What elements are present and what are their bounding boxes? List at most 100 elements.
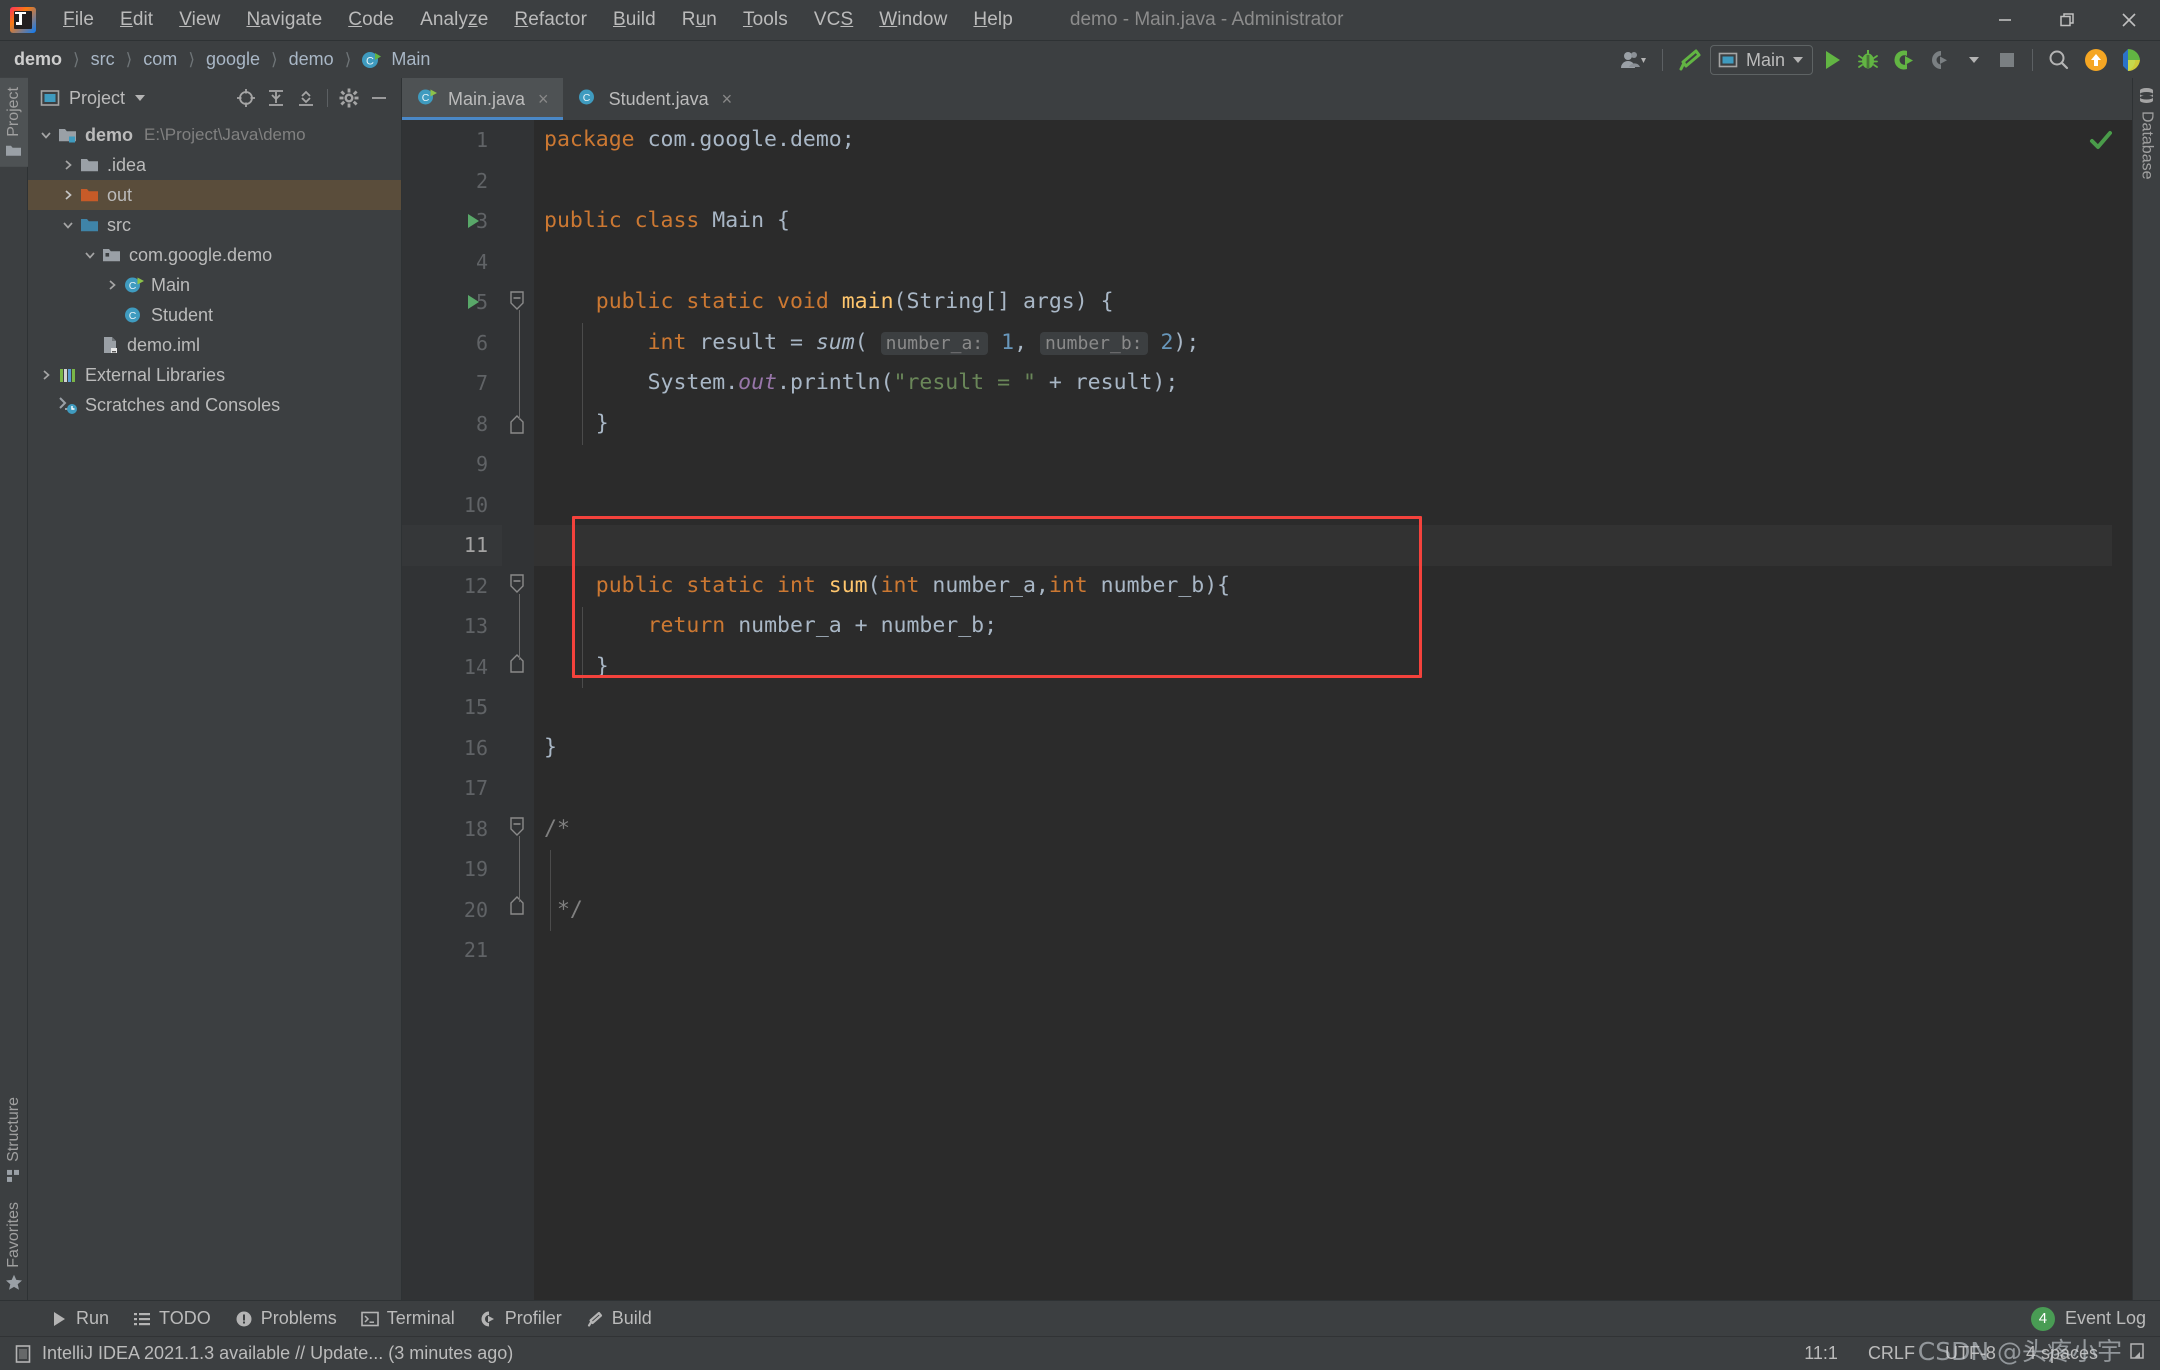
menu-item-build[interactable]: Build bbox=[600, 5, 669, 35]
build-hammer-icon[interactable] bbox=[1672, 44, 1708, 76]
close-icon[interactable]: × bbox=[538, 90, 549, 108]
menu-item-tools[interactable]: Tools bbox=[730, 5, 801, 35]
code-line-15 bbox=[534, 687, 2132, 728]
tab-main-java[interactable]: C Main.java × bbox=[402, 78, 563, 120]
minimize-button[interactable] bbox=[1974, 0, 2036, 40]
breadcrumb-item-google[interactable]: google bbox=[204, 47, 262, 72]
tree-row-demo-iml[interactable]: demo.iml bbox=[28, 330, 401, 360]
sidebar-item-structure[interactable]: Structure bbox=[0, 1088, 28, 1193]
java-class-runnable-icon: C bbox=[416, 87, 439, 112]
bottom-item-run[interactable]: Run bbox=[38, 1304, 121, 1333]
expand-all-icon[interactable] bbox=[262, 84, 290, 112]
tree-row-main[interactable]: C Main bbox=[28, 270, 401, 300]
chevron-down-icon[interactable] bbox=[58, 218, 78, 232]
tree-row-package[interactable]: com.google.demo bbox=[28, 240, 401, 270]
sidebar-item-favorites[interactable]: Favorites bbox=[0, 1193, 28, 1300]
fold-marker-end[interactable] bbox=[502, 415, 532, 435]
code-line-19 bbox=[534, 849, 2132, 890]
hide-panel-icon[interactable] bbox=[365, 84, 393, 112]
breadcrumb-item-demo[interactable]: demo bbox=[12, 47, 64, 72]
chevron-down-icon[interactable] bbox=[36, 128, 56, 142]
menu-item-help[interactable]: Help bbox=[960, 5, 1025, 35]
build-hammer-icon bbox=[586, 1310, 604, 1328]
line-separator[interactable]: CRLF bbox=[1868, 1343, 1915, 1364]
tab-student-java[interactable]: C Student.java × bbox=[563, 78, 747, 120]
tree-row-demo[interactable]: demo E:\Project\Java\demo bbox=[28, 120, 401, 150]
line-number: 5 bbox=[402, 282, 502, 323]
status-message[interactable]: IntelliJ IDEA 2021.1.3 available // Upda… bbox=[42, 1343, 513, 1364]
menu-item-code[interactable]: Code bbox=[335, 5, 407, 35]
editor-scrollbar[interactable] bbox=[2112, 120, 2132, 1300]
bottom-item-profiler[interactable]: Profiler bbox=[467, 1304, 574, 1333]
profiler-icon[interactable] bbox=[1923, 44, 1957, 76]
caret-position[interactable]: 11:1 bbox=[1804, 1343, 1838, 1364]
menu-item-refactor[interactable]: Refactor bbox=[501, 5, 600, 35]
close-icon[interactable]: × bbox=[722, 90, 733, 108]
chevron-right-icon[interactable] bbox=[58, 158, 78, 172]
fold-marker-open[interactable] bbox=[502, 573, 532, 595]
indent-setting[interactable]: 4 spaces bbox=[2026, 1343, 2098, 1364]
bottom-item-run-label: Run bbox=[76, 1308, 109, 1329]
file-encoding[interactable]: UTF-8 bbox=[1945, 1343, 1996, 1364]
settings-gear-icon[interactable] bbox=[335, 84, 363, 112]
update-available-icon[interactable] bbox=[2078, 44, 2114, 76]
tree-row-idea[interactable]: .idea bbox=[28, 150, 401, 180]
breadcrumb-item-demo-pkg[interactable]: demo bbox=[287, 47, 336, 72]
collapse-all-icon[interactable] bbox=[292, 84, 320, 112]
menu-item-edit[interactable]: Edit bbox=[107, 5, 166, 35]
search-everywhere-icon[interactable] bbox=[2042, 44, 2076, 76]
select-opened-file-icon[interactable] bbox=[232, 84, 260, 112]
code-editor[interactable]: 1 2 3 4 5 6 7 8 9 10 11 12 13 14 15 16 1 bbox=[402, 120, 2132, 1300]
run-icon[interactable] bbox=[1815, 44, 1849, 76]
tree-row-out[interactable]: out bbox=[28, 180, 401, 210]
tree-label-demo-iml: demo.iml bbox=[127, 335, 200, 356]
fold-marker-open[interactable] bbox=[502, 290, 532, 312]
bottom-item-terminal[interactable]: Terminal bbox=[349, 1304, 467, 1333]
breadcrumb-item-com[interactable]: com bbox=[141, 47, 179, 72]
editor-fold-column[interactable] bbox=[502, 120, 534, 1300]
menu-item-window[interactable]: Window bbox=[866, 5, 960, 35]
tree-row-scratches[interactable]: Scratches and Consoles bbox=[28, 390, 401, 420]
bottom-item-build[interactable]: Build bbox=[574, 1304, 664, 1333]
menu-item-view[interactable]: View bbox=[166, 5, 233, 35]
event-log-button[interactable]: 4 Event Log bbox=[2031, 1307, 2146, 1331]
sidebar-item-project[interactable]: Project bbox=[0, 78, 28, 167]
bottom-item-problems[interactable]: Problems bbox=[223, 1304, 349, 1333]
run-gutter-marker-class[interactable] bbox=[460, 208, 486, 234]
menu-item-file[interactable]: File bbox=[50, 5, 107, 35]
restore-button[interactable] bbox=[2036, 0, 2098, 40]
tree-row-student[interactable]: C Student bbox=[28, 300, 401, 330]
read-write-lock-icon[interactable] bbox=[2128, 1341, 2146, 1366]
editor-text[interactable]: package com.google.demo; public class Ma… bbox=[534, 120, 2132, 1300]
inspection-ok-checkmark-icon[interactable] bbox=[2088, 128, 2114, 159]
editor-gutter[interactable]: 1 2 3 4 5 6 7 8 9 10 11 12 13 14 15 16 1 bbox=[402, 120, 502, 1300]
breadcrumb-item-src[interactable]: src bbox=[89, 47, 117, 72]
close-button[interactable] bbox=[2098, 0, 2160, 40]
bottom-item-todo[interactable]: TODO bbox=[121, 1304, 223, 1333]
menu-item-vcs[interactable]: VCS bbox=[801, 5, 866, 35]
intellij-idea-window: File Edit View Navigate Code Analyze Ref… bbox=[0, 0, 2160, 1370]
chevron-down-icon[interactable] bbox=[135, 95, 145, 101]
menu-item-navigate[interactable]: Navigate bbox=[233, 5, 335, 35]
chevron-right-icon[interactable] bbox=[36, 368, 56, 382]
chevron-right-icon[interactable] bbox=[58, 188, 78, 202]
chevron-down-icon[interactable] bbox=[80, 248, 100, 262]
breadcrumb-item-main[interactable]: Main bbox=[389, 47, 432, 72]
fold-marker-end[interactable] bbox=[502, 896, 532, 916]
tree-row-src[interactable]: src bbox=[28, 210, 401, 240]
stop-icon[interactable] bbox=[1991, 44, 2023, 76]
sidebar-item-database[interactable]: Database bbox=[2133, 78, 2160, 189]
run-with-coverage-icon[interactable] bbox=[1887, 44, 1921, 76]
menu-item-analyze[interactable]: Analyze bbox=[407, 5, 501, 35]
fold-marker-end[interactable] bbox=[502, 654, 532, 674]
debug-icon[interactable] bbox=[1851, 44, 1885, 76]
profiler-dropdown-icon[interactable] bbox=[1959, 44, 1989, 76]
run-gutter-marker-main[interactable] bbox=[460, 289, 486, 315]
run-configuration-selector[interactable]: Main bbox=[1710, 45, 1813, 75]
fold-marker-open[interactable] bbox=[502, 816, 532, 838]
user-dropdown-icon[interactable] bbox=[1615, 44, 1653, 76]
menu-item-run[interactable]: Run bbox=[669, 5, 730, 35]
tree-row-external-libraries[interactable]: External Libraries bbox=[28, 360, 401, 390]
chevron-right-icon[interactable] bbox=[102, 278, 122, 292]
ide-features-trainer-icon[interactable] bbox=[2116, 44, 2152, 76]
